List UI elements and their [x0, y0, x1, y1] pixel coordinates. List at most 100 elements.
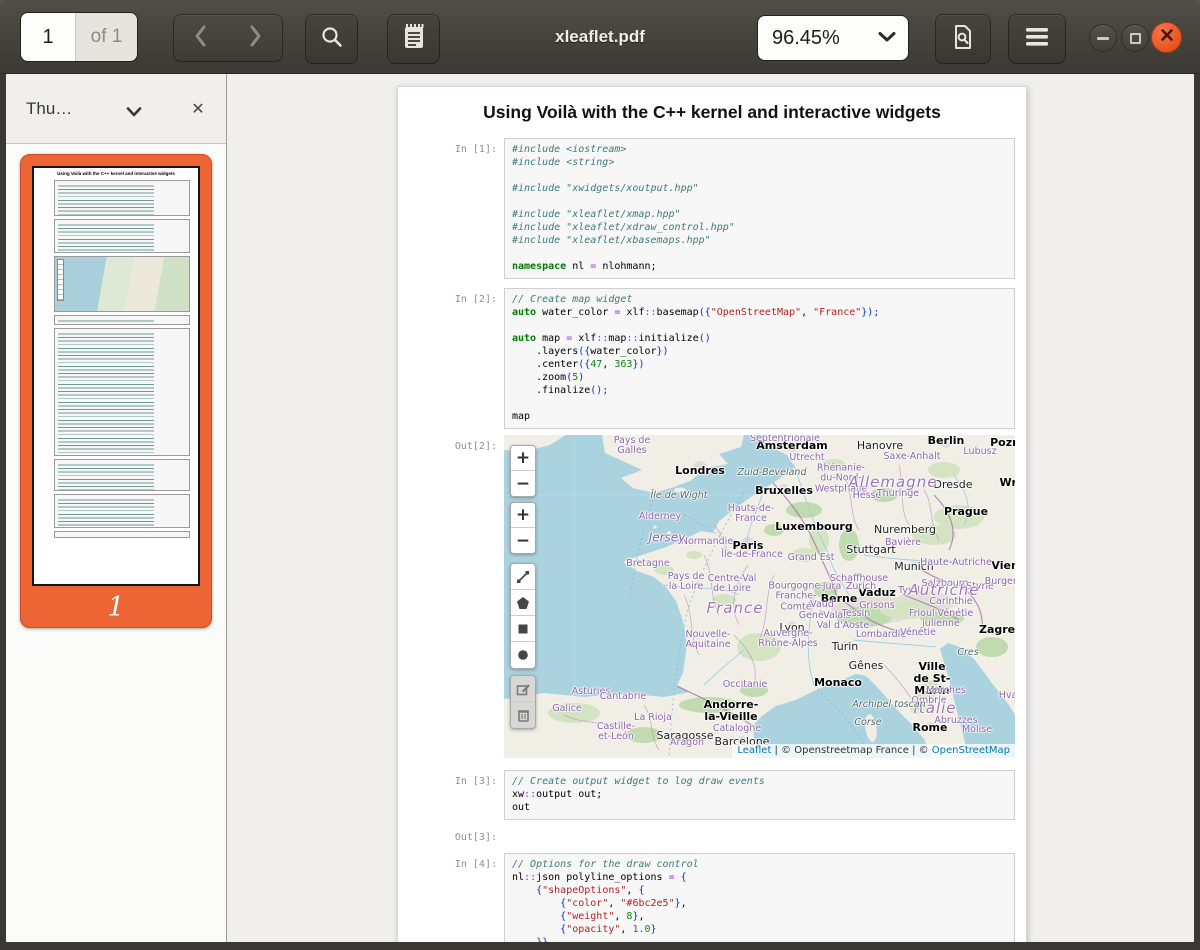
draw-rectangle-button[interactable] — [511, 616, 535, 642]
thumbnail-mini-cell — [54, 531, 190, 538]
chevron-down-icon[interactable] — [126, 104, 142, 122]
map-label: Castille- et-León — [597, 722, 635, 743]
map-label: Molise — [962, 725, 992, 735]
map-label: Allemagne — [849, 474, 938, 490]
zoom-out-button[interactable]: − — [511, 471, 535, 496]
draw-circle-button[interactable] — [511, 642, 535, 668]
leaflet-attribution-link[interactable]: Leaflet — [737, 745, 771, 756]
previous-page-button[interactable] — [174, 15, 228, 61]
map-label: Ombrie — [911, 696, 946, 706]
document-properties-button[interactable] — [935, 14, 991, 64]
thumbnail-mini-cell — [54, 328, 190, 456]
map-label: Munich — [894, 561, 934, 573]
zoom-level-dropdown[interactable]: 96.45% — [757, 15, 909, 61]
sidebar-panel-title[interactable]: Thu… — [26, 99, 92, 119]
map-label: Bavière — [885, 538, 921, 548]
zoom-in-button[interactable]: + — [511, 503, 535, 528]
map-label: Utrecht — [789, 453, 824, 463]
document-canvas[interactable]: Using Voilà with the C++ kernel and inte… — [227, 74, 1194, 942]
map-label: Turin — [832, 641, 859, 653]
map-label: Jersey — [649, 532, 686, 545]
code-cell[interactable]: #include <iostream>#include <string> #in… — [504, 138, 1015, 279]
draw-polyline-button[interactable] — [511, 564, 535, 590]
zoom-out-button[interactable]: − — [511, 528, 535, 553]
map-label: Bourgogne- Franche- Comté — [768, 582, 823, 613]
map-label: Haute-Autriche — [920, 558, 992, 568]
map-label: Aragon — [670, 738, 704, 748]
osm-attribution-link[interactable]: OpenStreetMap — [932, 745, 1010, 756]
map-label: Cantabrie — [600, 692, 646, 702]
map-draw-toolbar — [510, 563, 536, 669]
map-label: Val d'Aoste — [817, 621, 870, 631]
next-page-button[interactable] — [228, 15, 282, 61]
code-content: // Create output widget to log draw even… — [512, 775, 1008, 814]
sidebar-close-icon[interactable]: ✕ — [186, 97, 210, 121]
close-icon — [1160, 28, 1174, 47]
attribution-text: | © Openstreetmap France | © — [771, 745, 931, 756]
polygon-icon — [516, 596, 530, 610]
hamburger-menu-icon — [1026, 28, 1048, 51]
map-zoom-control-1: + − — [510, 445, 536, 497]
thumbnail-page-number: 1 — [21, 592, 211, 623]
polyline-icon — [516, 570, 530, 584]
map-label: Rome — [913, 722, 948, 734]
search-button[interactable] — [305, 14, 358, 64]
map-label: Alderney — [639, 512, 681, 522]
cell-prompt: In [2]: — [398, 288, 504, 305]
map-label: Septentrionale — [750, 435, 820, 444]
page-number-input[interactable]: 1 — [21, 13, 75, 61]
thumbnail-mini-cell — [54, 459, 190, 491]
notepad-icon — [403, 23, 425, 55]
map-widget[interactable]: LondresAmsterdamBerlinBruxellesLuxembour… — [504, 435, 1015, 758]
map-label: Nuremberg — [874, 524, 936, 536]
code-cell[interactable]: // Create map widgetauto water_color = x… — [504, 288, 1015, 429]
thumbnail-mini-title: Using Voilà with the C++ kernel and inte… — [34, 171, 198, 177]
circle-icon — [516, 648, 530, 662]
maximize-button[interactable] — [1121, 24, 1149, 52]
close-button[interactable] — [1151, 22, 1182, 53]
map-label: Dresde — [934, 479, 973, 491]
cell-prompt: In [4]: — [398, 853, 504, 870]
map-label: Monaco — [814, 677, 862, 689]
map-label: Gênes — [849, 660, 884, 672]
page-thumbnail-selected[interactable]: Using Voilà with the C++ kernel and inte… — [20, 154, 212, 628]
code-cell[interactable]: // Options for the draw controlnl::json … — [504, 853, 1015, 942]
map-label: Grand Est — [788, 553, 835, 563]
chevron-down-icon — [878, 29, 896, 47]
cell-prompt: Out[2]: — [398, 435, 504, 452]
zoom-in-button[interactable]: + — [511, 446, 535, 471]
map-label: Luxembourg — [775, 521, 852, 533]
edit-layers-button[interactable] — [511, 676, 535, 702]
map-label: Londres — [675, 465, 725, 477]
draw-polygon-button[interactable] — [511, 590, 535, 616]
map-label: Salzbourg — [921, 579, 968, 589]
map-edit-toolbar — [510, 675, 536, 729]
map-label: Berlin — [928, 435, 965, 447]
map-label: Zagreb — [979, 624, 1015, 636]
map-label: Saxe-Anhalt — [884, 452, 941, 462]
map-label: Bretagne — [626, 559, 670, 569]
minimize-button[interactable] — [1089, 24, 1117, 52]
menu-button[interactable] — [1008, 14, 1066, 64]
thumbnail-mini-cell — [54, 494, 190, 528]
map-label: Carinthie — [929, 597, 972, 607]
map-label: Normandie — [681, 537, 733, 547]
map-label: Tyrol — [898, 586, 920, 596]
code-cell[interactable]: // Create output widget to log draw even… — [504, 770, 1015, 820]
map-label: Archipel toscan — [852, 700, 925, 710]
map-label: Genève — [799, 611, 836, 621]
main-area: Thu… ✕ Using Voilà with the C++ kernel a… — [6, 74, 1194, 942]
delete-layers-button[interactable] — [511, 702, 535, 728]
annotations-button[interactable] — [387, 14, 440, 64]
map-label: Cres — [957, 648, 978, 658]
document-preview-icon — [951, 23, 975, 56]
map-label: Stuttgart — [846, 544, 895, 556]
map-label: Amsterdam — [756, 440, 827, 452]
map-label: Auvergne- Rhône-Alpes — [758, 629, 817, 650]
map-label: Île-de-France — [721, 550, 783, 560]
map-label: Vaud — [810, 600, 834, 610]
map-label: Prague — [944, 506, 988, 518]
map-labels-layer: LondresAmsterdamBerlinBruxellesLuxembour… — [504, 435, 1015, 758]
map-label: Catalogne — [713, 724, 761, 734]
map-label: Lyon — [779, 622, 804, 634]
